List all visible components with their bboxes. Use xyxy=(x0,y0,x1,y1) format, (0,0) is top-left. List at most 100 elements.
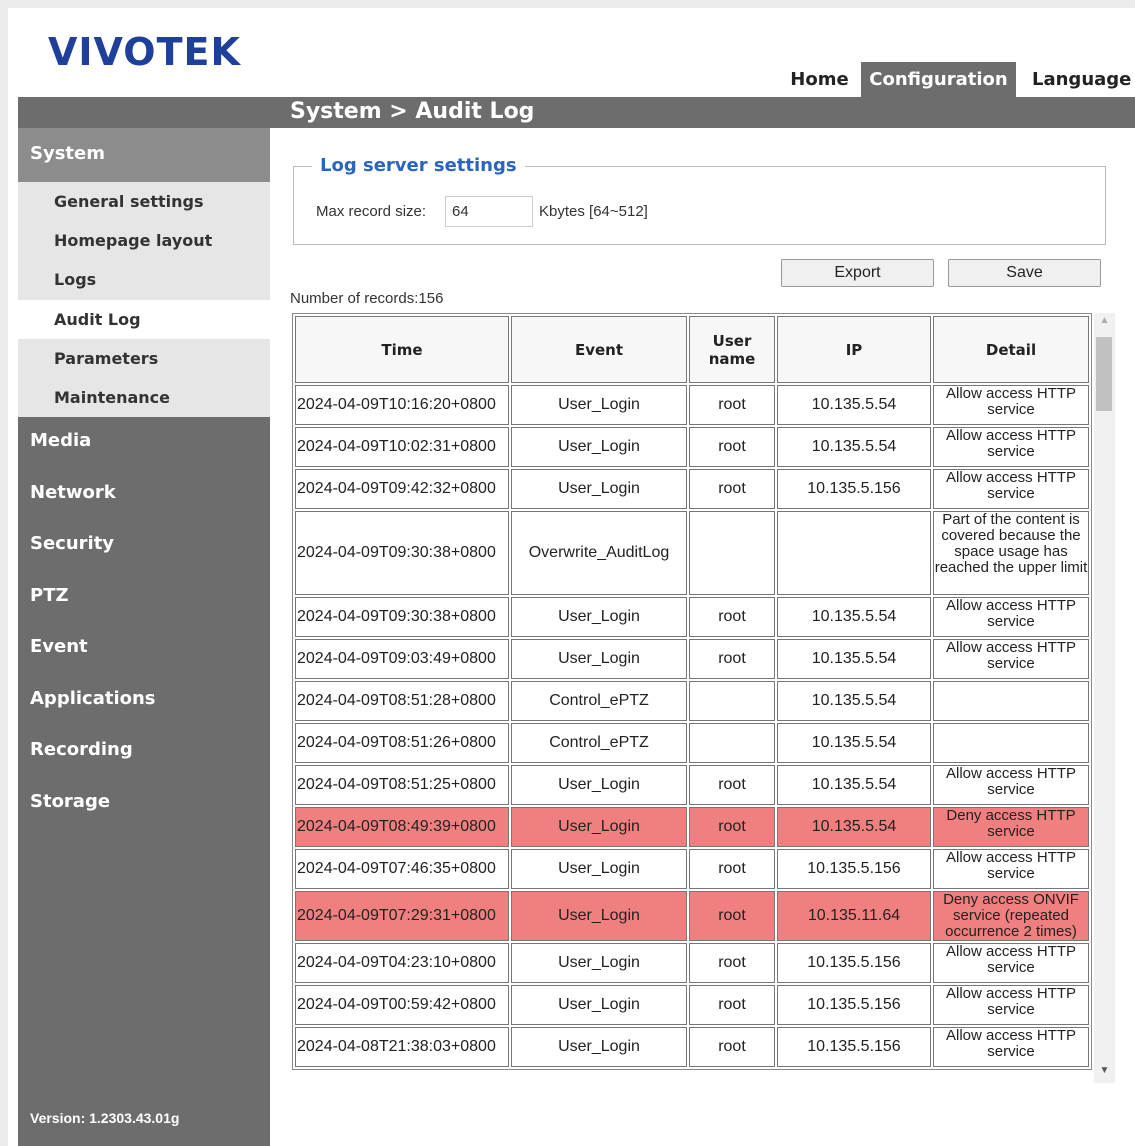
cell-event: User_Login xyxy=(511,385,687,425)
cell-detail: Allow access HTTP service xyxy=(933,849,1089,889)
save-button[interactable]: Save xyxy=(948,259,1101,287)
cell-time: 2024-04-09T07:46:35+0800 xyxy=(295,849,509,889)
sidebar-item-logs[interactable]: Logs xyxy=(18,260,270,300)
cell-ip: 10.135.5.54 xyxy=(777,639,931,679)
cell-event: User_Login xyxy=(511,597,687,637)
column-header-event: Event xyxy=(511,316,687,383)
sidebar-item-maintenance[interactable]: Maintenance xyxy=(18,377,270,418)
scroll-up-arrow-icon[interactable]: ▲ xyxy=(1094,315,1115,331)
cell-event: User_Login xyxy=(511,1027,687,1067)
sidebar-item-general-settings[interactable]: General settings xyxy=(18,182,270,222)
sidebar-section-recording[interactable]: Recording xyxy=(18,726,270,778)
cell-ip: 10.135.5.54 xyxy=(777,597,931,637)
cell-ip: 10.135.5.54 xyxy=(777,807,931,847)
cell-detail: Allow access HTTP service xyxy=(933,985,1089,1025)
cell-time: 2024-04-09T08:51:26+0800 xyxy=(295,723,509,763)
cell-event: User_Login xyxy=(511,469,687,509)
cell-user xyxy=(689,723,775,763)
cell-event: Overwrite_AuditLog xyxy=(511,511,687,595)
nav-home[interactable]: Home xyxy=(778,62,861,97)
cell-detail: Allow access HTTP service xyxy=(933,639,1089,679)
scroll-down-arrow-icon[interactable]: ▼ xyxy=(1094,1065,1115,1081)
max-record-size-label: Max record size: xyxy=(316,203,427,220)
column-header-time: Time xyxy=(295,316,509,383)
nav-language[interactable]: Language xyxy=(1016,62,1131,97)
cell-event: User_Login xyxy=(511,807,687,847)
cell-user: root xyxy=(689,469,775,509)
cell-time: 2024-04-09T00:59:42+0800 xyxy=(295,985,509,1025)
cell-user: root xyxy=(689,639,775,679)
sidebar-section-event[interactable]: Event xyxy=(18,623,270,675)
cell-event: Control_ePTZ xyxy=(511,681,687,721)
header-bar: System > Audit Log xyxy=(18,97,1135,128)
sidebar-section-media[interactable]: Media xyxy=(18,417,270,469)
cell-time: 2024-04-09T04:23:10+0800 xyxy=(295,943,509,983)
cell-ip xyxy=(777,511,931,595)
cell-ip: 10.135.5.54 xyxy=(777,765,931,805)
cell-user: root xyxy=(689,597,775,637)
cell-event: User_Login xyxy=(511,849,687,889)
sidebar-section-system[interactable]: System xyxy=(18,128,270,182)
cell-ip: 10.135.5.54 xyxy=(777,427,931,467)
table-row: 2024-04-09T09:30:38+0800 Overwrite_AuditL… xyxy=(295,511,1089,595)
cell-detail: Allow access HTTP service xyxy=(933,427,1089,467)
audit-log-table: Time Event User name IP Detail 2024-04-0… xyxy=(292,313,1092,1070)
table-row: 2024-04-09T07:46:35+0800 User_Login root 10… xyxy=(295,849,1089,889)
cell-time: 2024-04-09T10:16:20+0800 xyxy=(295,385,509,425)
cell-event: User_Login xyxy=(511,891,687,941)
table-body: 2024-04-09T10:16:20+0800 User_Login root 10… xyxy=(295,385,1089,1067)
max-record-size-units: Kbytes [64~512] xyxy=(539,203,648,220)
cell-detail: Allow access HTTP service xyxy=(933,765,1089,805)
cell-user: root xyxy=(689,891,775,941)
records-count: Number of records:156 xyxy=(290,290,444,307)
sidebar-section-storage[interactable]: Storage xyxy=(18,778,270,830)
cell-time: 2024-04-09T08:51:28+0800 xyxy=(295,681,509,721)
cell-user xyxy=(689,681,775,721)
version-label: Version: 1.2303.43.01g xyxy=(30,1110,180,1126)
cell-ip: 10.135.11.64 xyxy=(777,891,931,941)
table-scrollbar[interactable]: ▲ ▼ xyxy=(1094,313,1115,1083)
table-row: 2024-04-08T21:38:03+0800 User_Login root 10… xyxy=(295,1027,1089,1067)
audit-log-table-wrapper: Time Event User name IP Detail 2024-04-0… xyxy=(292,313,1092,1083)
column-header-user-name: User name xyxy=(689,316,775,383)
log-server-settings: Log server settings Max record size: Kby… xyxy=(293,155,1106,245)
sidebar-item-homepage-layout[interactable]: Homepage layout xyxy=(18,221,270,261)
cell-detail: Allow access HTTP service xyxy=(933,597,1089,637)
sidebar-item-parameters[interactable]: Parameters xyxy=(18,338,270,378)
cell-event: User_Login xyxy=(511,427,687,467)
cell-event: User_Login xyxy=(511,639,687,679)
table-row: 2024-04-09T08:49:39+0800 User_Login root 10… xyxy=(295,807,1089,847)
cell-ip: 10.135.5.156 xyxy=(777,849,931,889)
cell-time: 2024-04-09T09:03:49+0800 xyxy=(295,639,509,679)
cell-event: Control_ePTZ xyxy=(511,723,687,763)
export-button[interactable]: Export xyxy=(781,259,934,287)
cell-ip: 10.135.5.156 xyxy=(777,469,931,509)
table-row: 2024-04-09T04:23:10+0800 User_Login root 10… xyxy=(295,943,1089,983)
cell-event: User_Login xyxy=(511,985,687,1025)
sidebar-section-ptz[interactable]: PTZ xyxy=(18,572,270,624)
max-record-size-input[interactable] xyxy=(445,196,533,227)
nav-configuration[interactable]: Configuration xyxy=(861,62,1016,97)
sidebar-item-audit-log[interactable]: Audit Log xyxy=(18,299,270,339)
cell-ip: 10.135.5.156 xyxy=(777,1027,931,1067)
table-row: 2024-04-09T09:30:38+0800 User_Login root 10… xyxy=(295,597,1089,637)
sidebar-section-network[interactable]: Network xyxy=(18,469,270,521)
cell-ip: 10.135.5.156 xyxy=(777,985,931,1025)
page-title: System > Audit Log xyxy=(290,99,535,124)
cell-time: 2024-04-09T09:30:38+0800 xyxy=(295,511,509,595)
cell-time: 2024-04-09T08:49:39+0800 xyxy=(295,807,509,847)
table-row: 2024-04-09T08:51:26+0800 Control_ePTZ 10.1… xyxy=(295,723,1089,763)
cell-time: 2024-04-08T21:38:03+0800 xyxy=(295,1027,509,1067)
cell-user: root xyxy=(689,1027,775,1067)
cell-detail: Allow access HTTP service xyxy=(933,1027,1089,1067)
table-row: 2024-04-09T07:29:31+0800 User_Login root 10… xyxy=(295,891,1089,941)
sidebar-section-applications[interactable]: Applications xyxy=(18,675,270,727)
cell-user: root xyxy=(689,385,775,425)
cell-user: root xyxy=(689,985,775,1025)
scroll-thumb[interactable] xyxy=(1096,337,1112,411)
cell-event: User_Login xyxy=(511,943,687,983)
sidebar-section-security[interactable]: Security xyxy=(18,520,270,572)
cell-ip: 10.135.5.54 xyxy=(777,385,931,425)
table-row: 2024-04-09T00:59:42+0800 User_Login root 10… xyxy=(295,985,1089,1025)
cell-user: root xyxy=(689,943,775,983)
